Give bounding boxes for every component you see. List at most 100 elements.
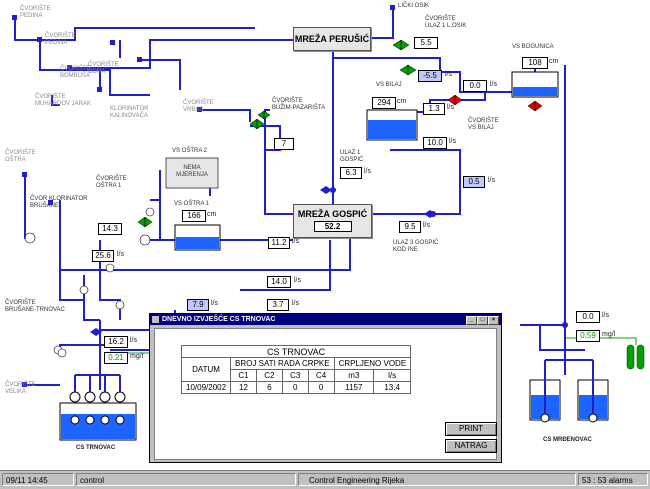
unit-cm: cm — [207, 211, 217, 218]
node-vs-ostra1: VS OŠTRA 1 — [174, 201, 210, 207]
dialog-titlebar: DNEVNO IZVJEŠĆE CS TRNOVAC _ □ × — [150, 314, 501, 325]
unit-ls: l/s — [117, 251, 124, 258]
unit-ls: l/s — [447, 104, 454, 111]
cell: 0 — [307, 381, 335, 394]
unit-ls: l/s — [294, 277, 301, 284]
tank-vs-ostra1 — [174, 224, 221, 251]
header-date: DATUM — [180, 357, 232, 382]
node-ulaz1-gospic: ULAZ 1 GOSPIĆ — [340, 150, 364, 163]
node-cv-ostra1: ČVORIŠTE OŠTRA 1 — [96, 176, 127, 189]
cell-date: 10/09/2002 — [180, 381, 232, 394]
node-klorinator-kalinovaca: KLORINATOR KALINOVAČA — [110, 106, 149, 119]
unit-mgl: mg/l — [130, 353, 144, 360]
reading-mrd-059: 0.59 — [576, 330, 600, 342]
node-pedina: ČVORIŠTE PEDINA — [20, 6, 51, 19]
cell: 12 — [230, 381, 257, 394]
unit-mgl: mg/l — [602, 331, 616, 338]
sub-header: C3 — [281, 369, 309, 382]
unit-ls: l/s — [449, 138, 456, 145]
report-dialog: DNEVNO IZVJEŠĆE CS TRNOVAC _ □ × CS TRNO… — [149, 313, 502, 463]
status-company: Control Engineering Rijeka — [298, 473, 576, 486]
unit-cm: cm — [549, 58, 559, 65]
minimize-icon[interactable]: _ — [466, 316, 477, 325]
sub-header: C2 — [255, 369, 283, 382]
reading-mrd-00: 0.0 — [576, 311, 600, 323]
reading-ulaz3-95: 9.5 — [399, 221, 421, 233]
header-pumps: BROJ SATI RADA CRPKE — [230, 357, 335, 370]
cell: 1157 — [333, 381, 375, 394]
unit-ls: l/s — [488, 177, 495, 184]
node-ostra: ČVORIŠTE OŠTRA — [5, 150, 36, 163]
reading-bilaj-level: 294 — [372, 97, 396, 109]
node-licki-osik: LIČKI OSIK — [398, 3, 430, 9]
node-bogdanic: ČVORIŠTE PEDINA — [45, 33, 76, 46]
reading-gospic-112: 11.2 — [268, 237, 290, 249]
network-gospic-label: MREŽA GOSPIĆ — [297, 209, 368, 219]
node-ulaz3-gospic: ULAZ 3 GOSPIĆ KOD INE — [393, 240, 439, 253]
network-perusic[interactable]: MREŽA PERUŠIĆ — [293, 27, 371, 51]
label-cs-mrdenovac: CS MRĐENOVAC — [543, 437, 592, 443]
node-velika: ČVORIŠTE VELIKA — [5, 382, 36, 395]
node-vs-ostra2: VS OŠTRA 2 — [172, 148, 208, 154]
unit-ls: l/s — [130, 337, 137, 344]
unit-ls: l/s — [364, 168, 371, 175]
reading-bilaj-13: 1.3 — [423, 103, 445, 115]
reading-flow-140: 14.0 — [267, 276, 291, 288]
label-cs-trnovac: CS TRNOVAC — [76, 445, 116, 451]
reading-ostra-143: 14.3 — [98, 223, 122, 235]
reading-flow-37: 3.7 — [267, 299, 289, 311]
reading-bilaj-100: 10.0 — [423, 137, 447, 149]
node-vrbas: ČVORIŠTE VRBAS — [183, 100, 214, 113]
reading-trnovac-021: 0.21 — [104, 352, 128, 364]
status-user: control — [76, 473, 296, 486]
node-buzim: ČVORIŠTE BUŽIM-PAZARIŠTA — [272, 98, 326, 111]
tank-vs-bogunica — [511, 71, 559, 98]
back-button[interactable]: NATRAG — [445, 439, 497, 453]
sub-header: C4 — [307, 369, 335, 382]
sub-header: l/s — [373, 369, 412, 382]
unit-ls: l/s — [445, 71, 452, 78]
table-row: 10/09/2002 12 6 0 0 1157 13.4 — [180, 381, 412, 394]
status-alarms[interactable]: 53 : 53 alarms — [578, 473, 648, 486]
node-ulaz1-losik: ČVORIŠTE ULAZ 1 L.OSIK — [425, 16, 467, 29]
reading-trnovac-162: 16.2 — [104, 336, 128, 348]
node-cvor-klorinator: ČVOR KLORINATOR BRUŠANE — [30, 196, 88, 209]
unit-ls: l/s — [423, 222, 430, 229]
status-bar: 09/11 14:45 control Control Engineering … — [0, 470, 650, 489]
network-gospic-value: 52.2 — [313, 221, 352, 232]
status-time: 09/11 14:45 — [2, 473, 74, 486]
header-pumped: CRPLJENO VODE — [333, 357, 412, 370]
sub-header: m3 — [333, 369, 375, 382]
unit-ls: l/s — [292, 238, 299, 245]
unit-cm: cm — [397, 98, 407, 105]
node-brusane-trnovac: ČVORIŠTE BRUŠANE-TRNOVAC — [5, 300, 65, 313]
reading-bilaj-05: 0.5 — [463, 176, 485, 188]
node-odra: ČVORIŠTE ODRA — [88, 62, 119, 75]
reading-losik-neg: -5.5 — [418, 70, 442, 82]
node-vs-bilaj: VS BILAJ — [376, 82, 402, 88]
reading-bogunica-00: 0.0 — [463, 80, 487, 92]
report-table: CS TRNOVAC DATUM BROJ SATI RADA CRPKE CR… — [180, 345, 412, 394]
reading-bogunica-108: 108 — [522, 57, 548, 69]
unit-ls: l/s — [490, 81, 497, 88]
network-gospic[interactable]: MREŽA GOSPIĆ 52.2 — [293, 204, 372, 238]
reading-brusane-256: 25.6 — [92, 250, 114, 262]
cell: 13.4 — [373, 381, 412, 394]
sub-header: C1 — [230, 369, 257, 382]
node-bombusa: ČVORIŠTE BOMBUŠA — [60, 66, 91, 79]
close-icon[interactable]: × — [488, 316, 499, 325]
report-panel: CS TRNOVAC DATUM BROJ SATI RADA CRPKE CR… — [154, 328, 497, 460]
report-title: CS TRNOVAC — [180, 345, 412, 358]
cell: 6 — [255, 381, 283, 394]
print-button[interactable]: PRINT — [445, 422, 497, 436]
node-nema-mjerenja: NEMA MJERENJA — [176, 165, 208, 178]
node-vs-bogunica: VS BOGUNICA — [512, 44, 554, 50]
reading-losik-55: 5.5 — [414, 37, 438, 49]
tank-vs-bilaj — [366, 109, 418, 141]
maximize-icon[interactable]: □ — [477, 316, 488, 325]
cell: 0 — [281, 381, 309, 394]
reading-ulaz1-63: 6.3 — [340, 167, 362, 179]
reading-buzim-7: 7 — [274, 138, 294, 150]
node-cv-bilaj: ČVORIŠTE VS BILAJ — [468, 118, 499, 131]
app-icon — [152, 316, 159, 323]
